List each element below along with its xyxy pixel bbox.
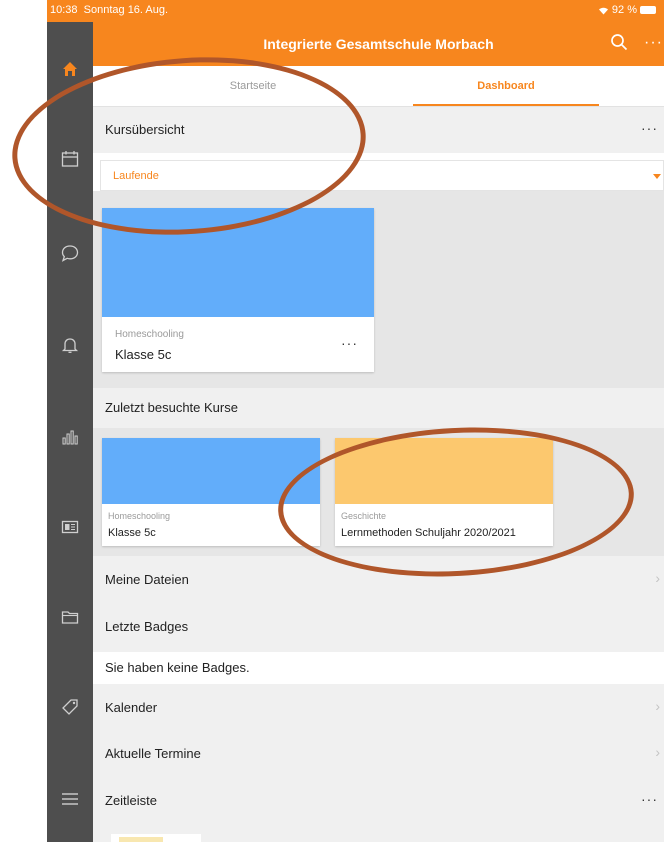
- caret-down-icon: [653, 174, 661, 179]
- chat-icon[interactable]: [47, 233, 93, 273]
- timeline-more-button[interactable]: ···: [641, 791, 658, 807]
- chevron-right-icon: ›: [655, 570, 660, 586]
- my-files-label: Meine Dateien: [105, 572, 189, 587]
- events-label: Aktuelle Termine: [105, 746, 201, 761]
- battery-icon: [640, 6, 656, 15]
- wifi-icon: [598, 4, 612, 16]
- course-card-banner: [102, 208, 374, 317]
- course-card-category: Homeschooling: [115, 329, 184, 340]
- my-files-row[interactable]: Meine Dateien ›: [93, 556, 664, 602]
- course-card-name: Klasse 5c: [115, 347, 172, 362]
- recent-course-card-banner: [102, 438, 320, 504]
- recent-courses-title: Zuletzt besuchte Kurse: [105, 400, 238, 415]
- course-filter-dropdown[interactable]: Laufende: [100, 160, 664, 191]
- recent-course-card-banner: [335, 438, 553, 504]
- home-icon[interactable]: [47, 49, 93, 89]
- chevron-right-icon: ›: [655, 698, 660, 714]
- events-row[interactable]: Aktuelle Termine ›: [93, 730, 664, 776]
- calendar-label: Kalender: [105, 700, 158, 715]
- timeline-content: [93, 824, 664, 842]
- active-tab-indicator: [413, 104, 599, 106]
- bell-icon[interactable]: [47, 325, 93, 365]
- tab-startseite[interactable]: Startseite: [113, 66, 393, 106]
- chevron-right-icon: ›: [655, 744, 660, 760]
- recent-course-card[interactable]: Homeschooling Klasse 5c: [102, 438, 320, 546]
- recent-course-card-category: Homeschooling: [108, 511, 171, 521]
- header-more-button[interactable]: ···: [644, 34, 663, 52]
- no-badges-message: Sie haben keine Badges.: [93, 652, 664, 684]
- folder-icon[interactable]: [47, 597, 93, 637]
- calendar-icon[interactable]: [47, 139, 93, 179]
- recent-course-card-name: Klasse 5c: [108, 527, 156, 539]
- recent-courses-list: Homeschooling Klasse 5c Geschichte Lernm…: [93, 428, 664, 556]
- status-bar: 10:38 Sonntag 16. Aug. 92 %: [47, 0, 664, 22]
- recent-course-card[interactable]: Geschichte Lernmethoden Schuljahr 2020/2…: [335, 438, 553, 546]
- sidebar: [47, 22, 93, 842]
- course-grid: Homeschooling Klasse 5c ···: [93, 191, 664, 388]
- badges-header: Letzte Badges: [93, 602, 664, 652]
- app-header: Integrierte Gesamtschule Morbach ···: [93, 22, 664, 66]
- course-overview-header: Kursübersicht ···: [93, 107, 664, 153]
- left-margin: [0, 0, 47, 842]
- status-time-date: 10:38 Sonntag 16. Aug.: [50, 4, 169, 16]
- course-overview-title: Kursübersicht: [105, 122, 185, 137]
- battery-indicator: 92 %: [598, 4, 656, 16]
- chart-icon[interactable]: [47, 417, 93, 457]
- tab-bar: Startseite Dashboard: [93, 66, 664, 107]
- course-overview-more-button[interactable]: ···: [641, 120, 658, 136]
- app-title: Integrierte Gesamtschule Morbach: [263, 36, 494, 52]
- timeline-filter-highlight: [119, 837, 163, 842]
- news-icon[interactable]: [47, 507, 93, 547]
- calendar-row[interactable]: Kalender ›: [93, 684, 664, 730]
- course-card[interactable]: Homeschooling Klasse 5c ···: [102, 208, 374, 372]
- timeline-header: Zeitleiste ···: [93, 776, 664, 824]
- recent-courses-header: Zuletzt besuchte Kurse: [93, 388, 664, 428]
- course-filter-value: Laufende: [113, 170, 159, 182]
- timeline-title: Zeitleiste: [105, 793, 158, 808]
- menu-icon[interactable]: [47, 779, 93, 819]
- tab-dashboard[interactable]: Dashboard: [413, 66, 599, 106]
- recent-course-card-name: Lernmethoden Schuljahr 2020/2021: [341, 527, 516, 539]
- tag-icon[interactable]: [47, 687, 93, 727]
- recent-course-card-category: Geschichte: [341, 511, 387, 521]
- course-card-more-button[interactable]: ···: [341, 335, 358, 351]
- search-icon[interactable]: [610, 33, 628, 56]
- badges-title: Letzte Badges: [105, 619, 189, 634]
